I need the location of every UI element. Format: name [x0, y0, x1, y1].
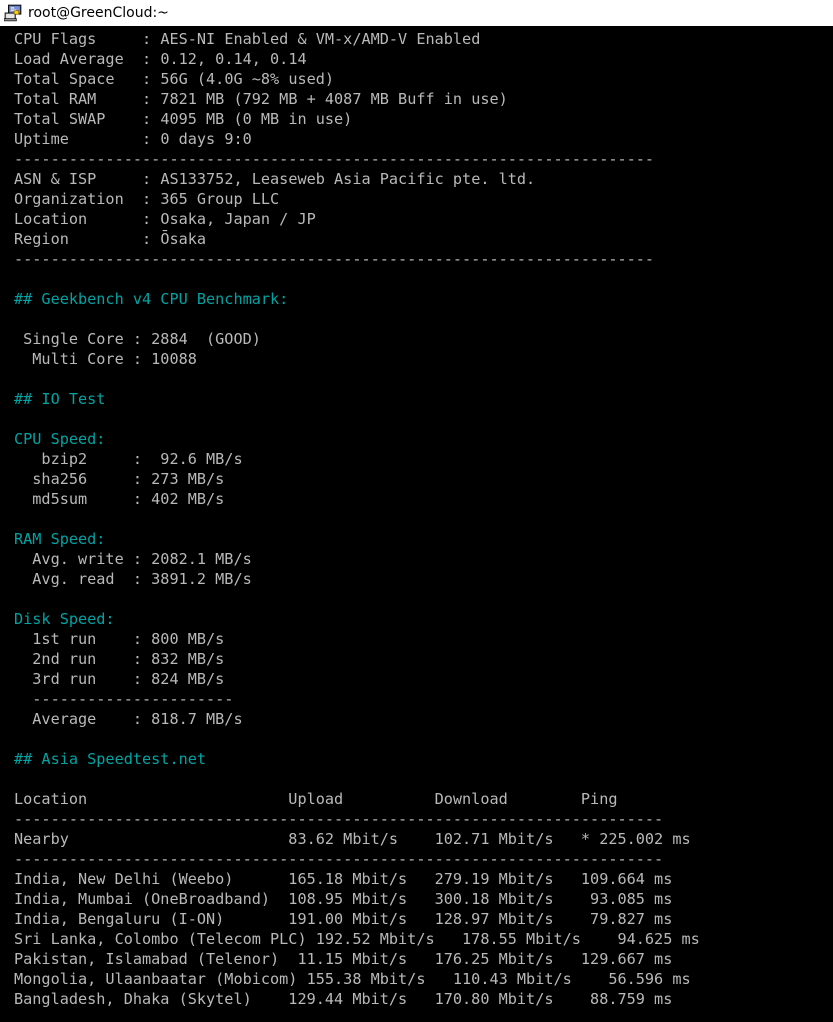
heading-cpu-speed: CPU Speed:	[14, 430, 106, 448]
info-row-cpu-flags: CPU Flags : AES-NI Enabled & VM-x/AMD-V …	[14, 30, 481, 48]
table-row: India, Mumbai (OneBroadband) 108.95 Mbit…	[14, 890, 673, 908]
heading-speedtest: ## Asia Speedtest.net	[14, 750, 207, 768]
table-row: Mongolia, Ulaanbaatar (Mobicom) 155.38 M…	[14, 970, 691, 988]
info-row-asn-isp: ASN & ISP : AS133752, Leaseweb Asia Paci…	[14, 170, 536, 188]
putty-terminal-icon	[4, 4, 22, 22]
heading-ram-speed: RAM Speed:	[14, 530, 106, 548]
table-row: Sri Lanka, Colombo (Telecom PLC) 192.52 …	[14, 930, 700, 948]
speedtest-row-nearby: Nearby 83.62 Mbit/s 102.71 Mbit/s * 225.…	[14, 830, 691, 848]
geekbench-multi-core: Multi Core : 10088	[14, 350, 197, 368]
speedtest-table-header: Location Upload Download Ping	[14, 790, 618, 808]
ram-speed-avg-read: Avg. read : 3891.2 MB/s	[14, 570, 252, 588]
info-row-organization: Organization : 365 Group LLC	[14, 190, 280, 208]
info-row-location: Location : Osaka, Japan / JP	[14, 210, 316, 228]
heading-io-test: ## IO Test	[14, 390, 106, 408]
info-row-total-space: Total Space : 56G (4.0G ~8% used)	[14, 70, 335, 88]
separator-line-1: ----------------------------------------…	[14, 150, 655, 168]
speedtest-rows: India, New Delhi (Weebo) 165.18 Mbit/s 2…	[14, 869, 833, 1009]
table-row: Pakistan, Islamabad (Telenor) 11.15 Mbit…	[14, 950, 673, 968]
heading-geekbench: ## Geekbench v4 CPU Benchmark:	[14, 290, 289, 308]
separator-line-table-top: ----------------------------------------…	[14, 810, 664, 828]
separator-line-disk: ----------------------	[14, 690, 234, 708]
table-row: Bangladesh, Dhaka (Skytel) 129.44 Mbit/s…	[14, 990, 673, 1008]
disk-speed-run-2: 2nd run : 832 MB/s	[14, 650, 225, 668]
info-row-region: Region : Ōsaka	[14, 230, 207, 248]
table-row: India, Bengaluru (I-ON) 191.00 Mbit/s 12…	[14, 910, 673, 928]
ram-speed-avg-write: Avg. write : 2082.1 MB/s	[14, 550, 252, 568]
info-row-total-swap: Total SWAP : 4095 MB (0 MB in use)	[14, 110, 353, 128]
separator-line-2: ----------------------------------------…	[14, 250, 655, 268]
table-row: India, New Delhi (Weebo) 165.18 Mbit/s 2…	[14, 870, 673, 888]
info-row-total-ram: Total RAM : 7821 MB (792 MB + 4087 MB Bu…	[14, 90, 508, 108]
heading-disk-speed: Disk Speed:	[14, 610, 115, 628]
system-info-block: CPU Flags : AES-NI Enabled & VM-x/AMD-V …	[14, 29, 833, 149]
info-row-load-average: Load Average : 0.12, 0.14, 0.14	[14, 50, 307, 68]
window-title: root@GreenCloud:~	[28, 5, 169, 21]
cpu-speed-sha256: sha256 : 273 MB/s	[14, 470, 225, 488]
terminal-screen[interactable]: CPU Flags : AES-NI Enabled & VM-x/AMD-V …	[0, 26, 833, 1022]
network-info-block: ASN & ISP : AS133752, Leaseweb Asia Paci…	[14, 169, 833, 249]
separator-line-table-mid: ----------------------------------------…	[14, 850, 664, 868]
disk-speed-run-1: 1st run : 800 MB/s	[14, 630, 225, 648]
disk-speed-average: Average : 818.7 MB/s	[14, 710, 243, 728]
geekbench-single-core: Single Core : 2884 (GOOD)	[14, 330, 261, 348]
cpu-speed-md5sum: md5sum : 402 MB/s	[14, 490, 225, 508]
window-titlebar[interactable]: root@GreenCloud:~	[0, 0, 833, 26]
cpu-speed-bzip2: bzip2 : 92.6 MB/s	[14, 450, 243, 468]
info-row-uptime: Uptime : 0 days 9:0	[14, 130, 252, 148]
disk-speed-run-3: 3rd run : 824 MB/s	[14, 670, 225, 688]
